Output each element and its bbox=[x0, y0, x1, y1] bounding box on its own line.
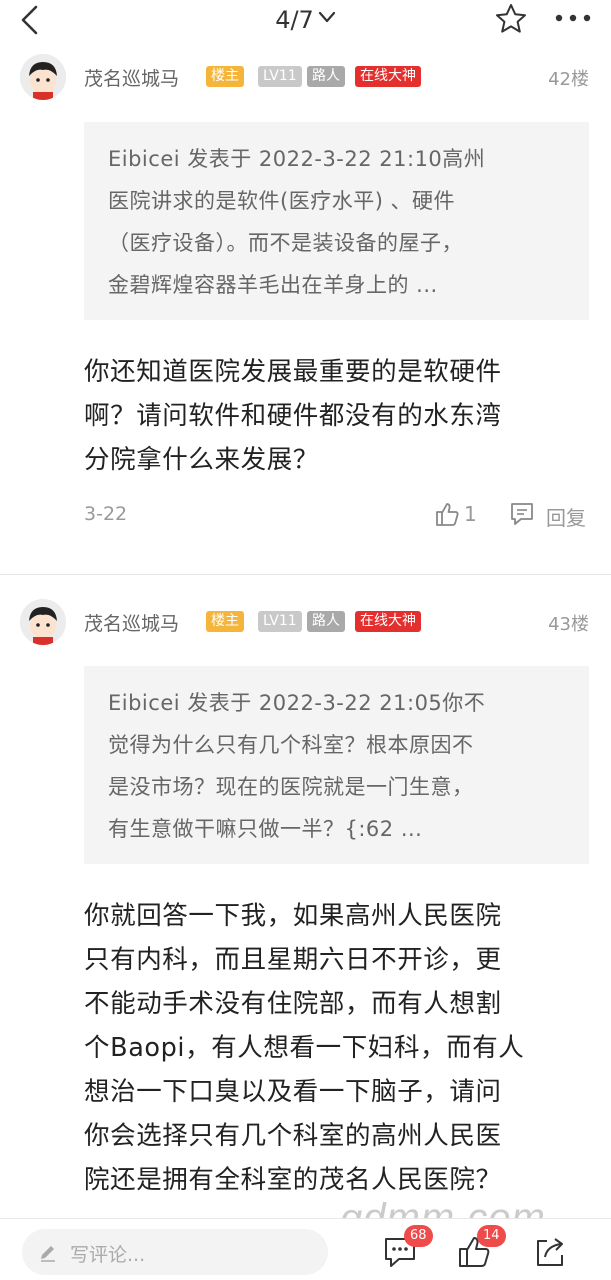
online-god-badge: 在线大神 bbox=[355, 611, 421, 632]
post-content: 你就回答一下我，如果高州人民医院 只有内科，而且星期六日不开诊，更 不能动手术没… bbox=[84, 894, 594, 1202]
thumbs-up-icon[interactable] bbox=[434, 501, 460, 527]
floor-number: 43楼 bbox=[548, 614, 589, 635]
post-date: 3-22 bbox=[84, 503, 128, 525]
bottom-action-bar: 写评论... 68 14 bbox=[0, 1218, 611, 1280]
comment-input[interactable]: 写评论... bbox=[22, 1229, 328, 1275]
username[interactable]: 茂名巡城马 bbox=[84, 64, 179, 91]
quote-line: 金碧辉煌容器羊毛出在羊身上的 ... bbox=[108, 273, 438, 297]
comment-count-badge: 68 bbox=[404, 1225, 433, 1247]
like-count: 1 bbox=[464, 502, 477, 526]
reply-bubble-icon[interactable] bbox=[509, 501, 535, 527]
content-line: 只有内科，而且星期六日不开诊，更 bbox=[84, 945, 502, 975]
level-badge: LV11 bbox=[258, 66, 302, 87]
quote-line: 是没市场？现在的医院就是一门生意， bbox=[108, 775, 474, 799]
avatar[interactable] bbox=[20, 54, 66, 100]
content-line: 你会选择只有几个科室的高州人民医 bbox=[84, 1121, 502, 1151]
content-line: 你就回答一下我，如果高州人民医院 bbox=[84, 901, 502, 931]
online-god-badge: 在线大神 bbox=[355, 66, 421, 87]
post-content: 你还知道医院发展最重要的是软硬件 啊？请问软件和硬件都没有的水东湾 分院拿什么来… bbox=[84, 350, 594, 482]
quote-line: （医疗设备）。而不是装设备的屋子， bbox=[108, 231, 463, 255]
quote-line: Eibicei 发表于 2022-3-22 21:05你不 bbox=[108, 691, 486, 715]
floor-number: 42楼 bbox=[548, 69, 589, 90]
quote-line: Eibicei 发表于 2022-3-22 21:10高州 bbox=[108, 147, 486, 171]
content-line: 不能动手术没有住院部，而有人想割 bbox=[84, 989, 502, 1019]
avatar-face-icon bbox=[20, 599, 66, 645]
quote-line: 有生意做干嘛只做一半？{:62 ... bbox=[108, 817, 423, 841]
content-line: 想治一下口臭以及看一下脑子，请问 bbox=[84, 1077, 502, 1107]
username[interactable]: 茂名巡城马 bbox=[84, 609, 179, 636]
avatar[interactable] bbox=[20, 599, 66, 645]
page-indicator-label[interactable]: 4/7 bbox=[275, 6, 314, 34]
content-line: 分院拿什么来发展？ bbox=[84, 445, 319, 475]
quote-line: 医院讲求的是软件(医疗水平) 、硬件 bbox=[108, 189, 456, 213]
share-icon[interactable] bbox=[533, 1235, 567, 1269]
quote-block[interactable]: Eibicei 发表于 2022-3-22 21:10高州 医院讲求的是软件(医… bbox=[84, 122, 589, 320]
quote-block[interactable]: Eibicei 发表于 2022-3-22 21:05你不 觉得为什么只有几个科… bbox=[84, 666, 589, 864]
quote-line: 觉得为什么只有几个科室？根本原因不 bbox=[108, 733, 474, 757]
level-badge: LV11 bbox=[258, 611, 302, 632]
chevron-down-icon[interactable] bbox=[318, 8, 336, 26]
host-badge: 楼主 bbox=[206, 66, 244, 87]
comment-placeholder: 写评论... bbox=[70, 1244, 146, 1266]
reply-button[interactable]: 回复 bbox=[546, 502, 586, 531]
like-count-badge: 14 bbox=[477, 1225, 506, 1247]
avatar-face-icon bbox=[20, 54, 66, 100]
host-badge: 楼主 bbox=[206, 611, 244, 632]
post-divider bbox=[0, 574, 611, 575]
favorite-star-icon[interactable] bbox=[494, 2, 528, 36]
role-badge: 路人 bbox=[307, 66, 345, 87]
content-line: 啊？请问软件和硬件都没有的水东湾 bbox=[84, 401, 502, 431]
top-nav-bar: 4/7 bbox=[0, 0, 611, 44]
pen-icon bbox=[41, 1246, 55, 1262]
role-badge: 路人 bbox=[307, 611, 345, 632]
content-line: 个Baopi，有人想看一下妇科，而有人 bbox=[84, 1033, 525, 1063]
more-options-icon[interactable] bbox=[553, 8, 593, 28]
content-line: 你还知道医院发展最重要的是软硬件 bbox=[84, 357, 502, 387]
